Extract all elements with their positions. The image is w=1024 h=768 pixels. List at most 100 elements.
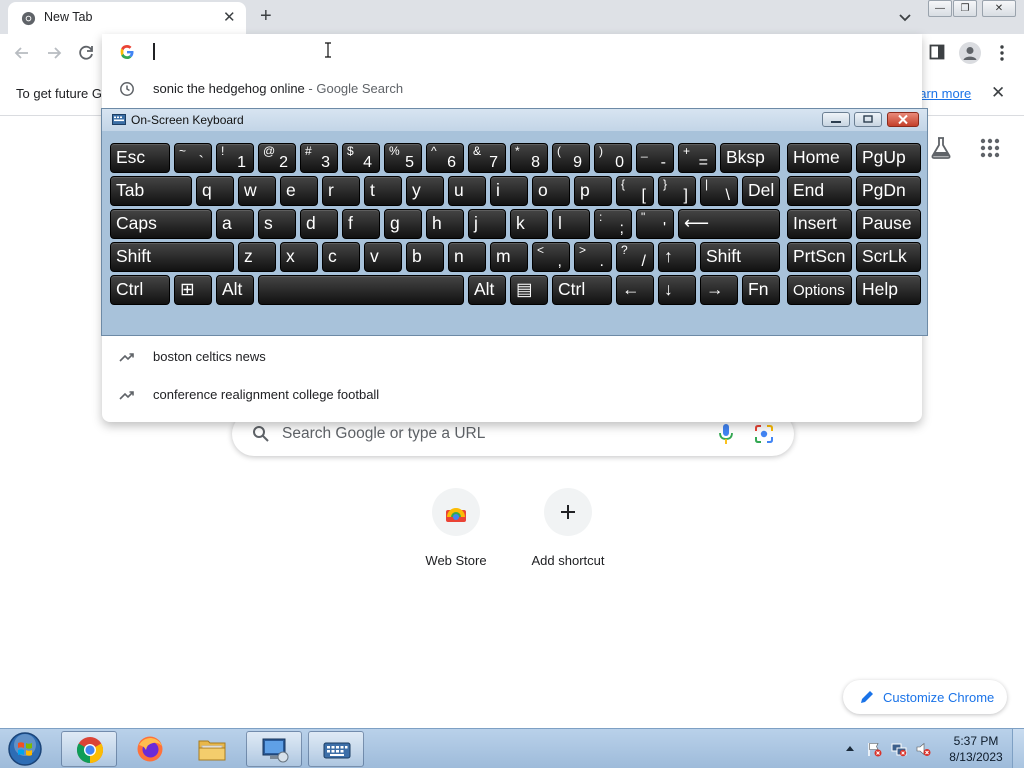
osk-key-pgdn[interactable]: PgDn <box>856 176 921 206</box>
osk-key-t[interactable]: t <box>364 176 402 206</box>
osk-key-q[interactable]: q <box>196 176 234 206</box>
forward-arrow-icon[interactable] <box>44 43 64 63</box>
osk-key-backslash[interactable]: | \ <box>700 176 738 206</box>
osk-key-3[interactable]: #3 <box>300 143 338 173</box>
osk-key-m[interactable]: m <box>490 242 528 272</box>
ntp-search-input[interactable] <box>282 422 702 446</box>
osk-key-lctrl[interactable]: Ctrl <box>110 275 170 305</box>
osk-key-period[interactable]: >. <box>574 242 612 272</box>
back-arrow-icon[interactable] <box>12 43 32 63</box>
osk-key-caps[interactable]: Caps <box>110 209 212 239</box>
tab-close-icon[interactable]: ✕ <box>223 9 236 27</box>
osk-close-button[interactable] <box>887 112 919 127</box>
osk-key-win[interactable]: ⊞ <box>174 275 212 305</box>
osk-key-2[interactable]: @2 <box>258 143 296 173</box>
osk-key-n[interactable]: n <box>448 242 486 272</box>
osk-key-g[interactable]: g <box>384 209 422 239</box>
osk-key-comma[interactable]: <, <box>532 242 570 272</box>
osk-key-left[interactable]: ← <box>616 275 654 305</box>
osk-key-d[interactable]: d <box>300 209 338 239</box>
osk-key-9[interactable]: (9 <box>552 143 590 173</box>
osk-key-7[interactable]: & 7 <box>468 143 506 173</box>
tray-clock-time[interactable]: 5:37 PM <box>948 734 1004 748</box>
window-close-button[interactable]: ✕ <box>982 0 1016 17</box>
osk-key-prtscn[interactable]: PrtScn <box>787 242 852 272</box>
osk-key-lbracket[interactable]: {[ <box>616 176 654 206</box>
taskbar-on-screen-keyboard[interactable] <box>308 731 364 767</box>
osk-key-tilde[interactable]: ~ ` <box>174 143 212 173</box>
google-lens-icon[interactable] <box>754 424 774 444</box>
osk-key-ralt[interactable]: Alt <box>468 275 506 305</box>
osk-key-z[interactable]: z <box>238 242 276 272</box>
osk-key-bksp[interactable]: Bksp <box>720 143 780 173</box>
osk-key-slash[interactable]: ? / <box>616 242 654 272</box>
osk-key-pgup[interactable]: PgUp <box>856 143 921 173</box>
osk-key-s[interactable]: s <box>258 209 296 239</box>
osk-key-w[interactable]: w <box>238 176 276 206</box>
reload-icon[interactable] <box>76 43 96 63</box>
taskbar-file-explorer[interactable] <box>184 731 240 767</box>
osk-key-rshift[interactable]: Shift <box>700 242 780 272</box>
window-minimize-button[interactable]: — <box>928 0 952 17</box>
osk-key-quote[interactable]: " ' <box>636 209 674 239</box>
window-maximize-button[interactable]: ❐ <box>953 0 977 17</box>
osk-key-pause[interactable]: Pause <box>856 209 921 239</box>
osk-key-fn[interactable]: Fn <box>742 275 780 305</box>
osk-key-8[interactable]: * 8 <box>510 143 548 173</box>
osk-key-f[interactable]: f <box>342 209 380 239</box>
omnibox-suggestion[interactable]: sonic the hedgehog online - Google Searc… <box>102 70 922 108</box>
osk-key-v[interactable]: v <box>364 242 402 272</box>
osk-key-a[interactable]: a <box>216 209 254 239</box>
osk-key-scrlk[interactable]: ScrLk <box>856 242 921 272</box>
volume-muted-icon[interactable] <box>915 741 931 757</box>
tab-new-tab[interactable]: New Tab ✕ <box>8 2 246 34</box>
osk-key-5[interactable]: % 5 <box>384 143 422 173</box>
microphone-icon[interactable] <box>718 423 734 445</box>
osk-key-minus[interactable]: _ - <box>636 143 674 173</box>
osk-titlebar[interactable]: On-Screen Keyboard <box>102 109 927 131</box>
taskbar-remote-desktop[interactable] <box>246 731 302 767</box>
osk-key-r[interactable]: r <box>322 176 360 206</box>
osk-key-p[interactable]: p <box>574 176 612 206</box>
osk-key-c[interactable]: c <box>322 242 360 272</box>
start-button[interactable] <box>6 731 44 767</box>
network-icon[interactable] <box>891 741 907 757</box>
osk-minimize-button[interactable] <box>822 112 850 127</box>
osk-key-insert[interactable]: Insert <box>787 209 852 239</box>
taskbar-chrome[interactable] <box>61 731 117 767</box>
osk-key-y[interactable]: y <box>406 176 444 206</box>
osk-key-tab[interactable]: Tab <box>110 176 192 206</box>
osk-key-j[interactable]: j <box>468 209 506 239</box>
osk-key-0[interactable]: ) 0 <box>594 143 632 173</box>
taskbar-firefox[interactable] <box>122 731 178 767</box>
osk-key-menu[interactable]: ▤ <box>510 275 548 305</box>
osk-maximize-button[interactable] <box>854 112 882 127</box>
osk-key-e[interactable]: e <box>280 176 318 206</box>
tray-overflow-arrow-icon[interactable] <box>845 744 855 752</box>
osk-key-x[interactable]: x <box>280 242 318 272</box>
new-tab-button[interactable]: + <box>260 4 272 28</box>
customize-chrome-button[interactable]: Customize Chrome <box>843 680 1007 714</box>
osk-key-u[interactable]: u <box>448 176 486 206</box>
osk-key-rbracket[interactable]: }] <box>658 176 696 206</box>
osk-key-k[interactable]: k <box>510 209 548 239</box>
osk-key-1[interactable]: ! 1 <box>216 143 254 173</box>
show-desktop-button[interactable] <box>1012 729 1024 768</box>
osk-key-h[interactable]: h <box>426 209 464 239</box>
tray-clock-date[interactable]: 8/13/2023 <box>944 750 1008 764</box>
osk-key-options[interactable]: Options <box>787 275 852 305</box>
chevron-down-icon[interactable] <box>897 9 913 25</box>
side-panel-icon[interactable] <box>929 44 945 60</box>
osk-key-l[interactable]: l <box>552 209 590 239</box>
osk-key-help[interactable]: Help <box>856 275 921 305</box>
osk-key-lshift[interactable]: Shift <box>110 242 234 272</box>
osk-key-enter[interactable]: ⟵ <box>678 209 780 239</box>
osk-key-home[interactable]: Home <box>787 143 852 173</box>
osk-key-right[interactable]: → <box>700 275 738 305</box>
osk-key-space[interactable] <box>258 275 464 305</box>
osk-key-del[interactable]: Del <box>742 176 780 206</box>
action-center-flag-icon[interactable] <box>866 741 882 757</box>
more-menu-icon[interactable] <box>995 43 1009 63</box>
osk-key-semicolon[interactable]: :; <box>594 209 632 239</box>
omnibox-suggestion[interactable]: boston celtics news <box>102 338 922 376</box>
